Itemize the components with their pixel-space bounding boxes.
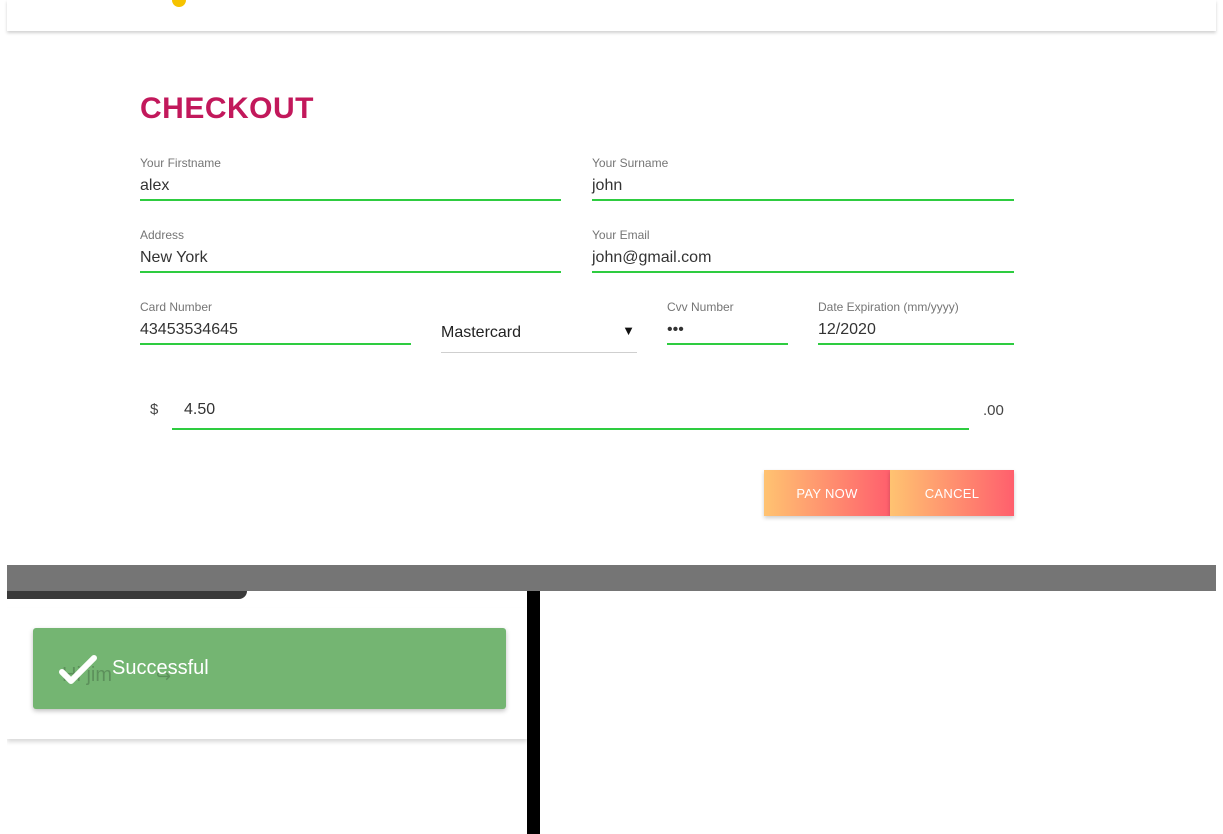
lower-top-strip [7, 591, 247, 599]
toast-message: Successful [112, 657, 209, 679]
cvv-label: Cvv Number [667, 300, 734, 314]
chevron-down-icon: ▼ [622, 323, 635, 338]
amount-suffix: .00 [983, 402, 1004, 419]
card-type-value: Mastercard [441, 324, 522, 341]
address-input[interactable]: New York [140, 244, 561, 273]
surname-label: Your Surname [592, 156, 669, 170]
logo-icon[interactable] [172, 0, 186, 7]
page-title: CHECKOUT [140, 92, 314, 125]
card-number-input[interactable]: 43453534645 [140, 316, 411, 345]
address-field: Address New York [140, 228, 561, 273]
amount-input[interactable]: 4.50 [172, 397, 969, 430]
page: CHECKOUT Your Firstname alex Your Surnam… [0, 0, 1223, 834]
cancel-button[interactable]: CANCEL [890, 470, 1014, 516]
firstname-label: Your Firstname [140, 156, 221, 170]
card-number-label: Card Number [140, 300, 213, 314]
address-label: Address [140, 228, 185, 242]
firstname-field: Your Firstname alex [140, 156, 561, 201]
cvv-input[interactable]: ••• [667, 316, 788, 345]
check-icon [59, 655, 97, 684]
email-label: Your Email [592, 228, 650, 242]
amount-value: 4.50 [184, 401, 216, 418]
top-header [7, 0, 1216, 31]
card-type-select[interactable]: Mastercard ▼ [441, 317, 637, 353]
expiration-input[interactable]: 12/2020 [818, 316, 1014, 345]
cvv-field: Cvv Number ••• [667, 300, 788, 345]
surname-field: Your Surname john [592, 156, 1014, 201]
pay-now-button[interactable]: PAY NOW [764, 470, 890, 516]
card-number-field: Card Number 43453534645 [140, 300, 411, 345]
expiration-field: Date Expiration (mm/yyyy) 12/2020 [818, 300, 1014, 345]
surname-input[interactable]: john [592, 172, 1014, 201]
email-field: Your Email john@gmail.com [592, 228, 1014, 273]
separator-bar [7, 565, 1216, 591]
divider-bar [527, 591, 540, 834]
email-input[interactable]: john@gmail.com [592, 244, 1014, 273]
expiration-label: Date Expiration (mm/yyyy) [818, 300, 959, 314]
currency-prefix: $ [150, 401, 159, 418]
firstname-input[interactable]: alex [140, 172, 561, 201]
